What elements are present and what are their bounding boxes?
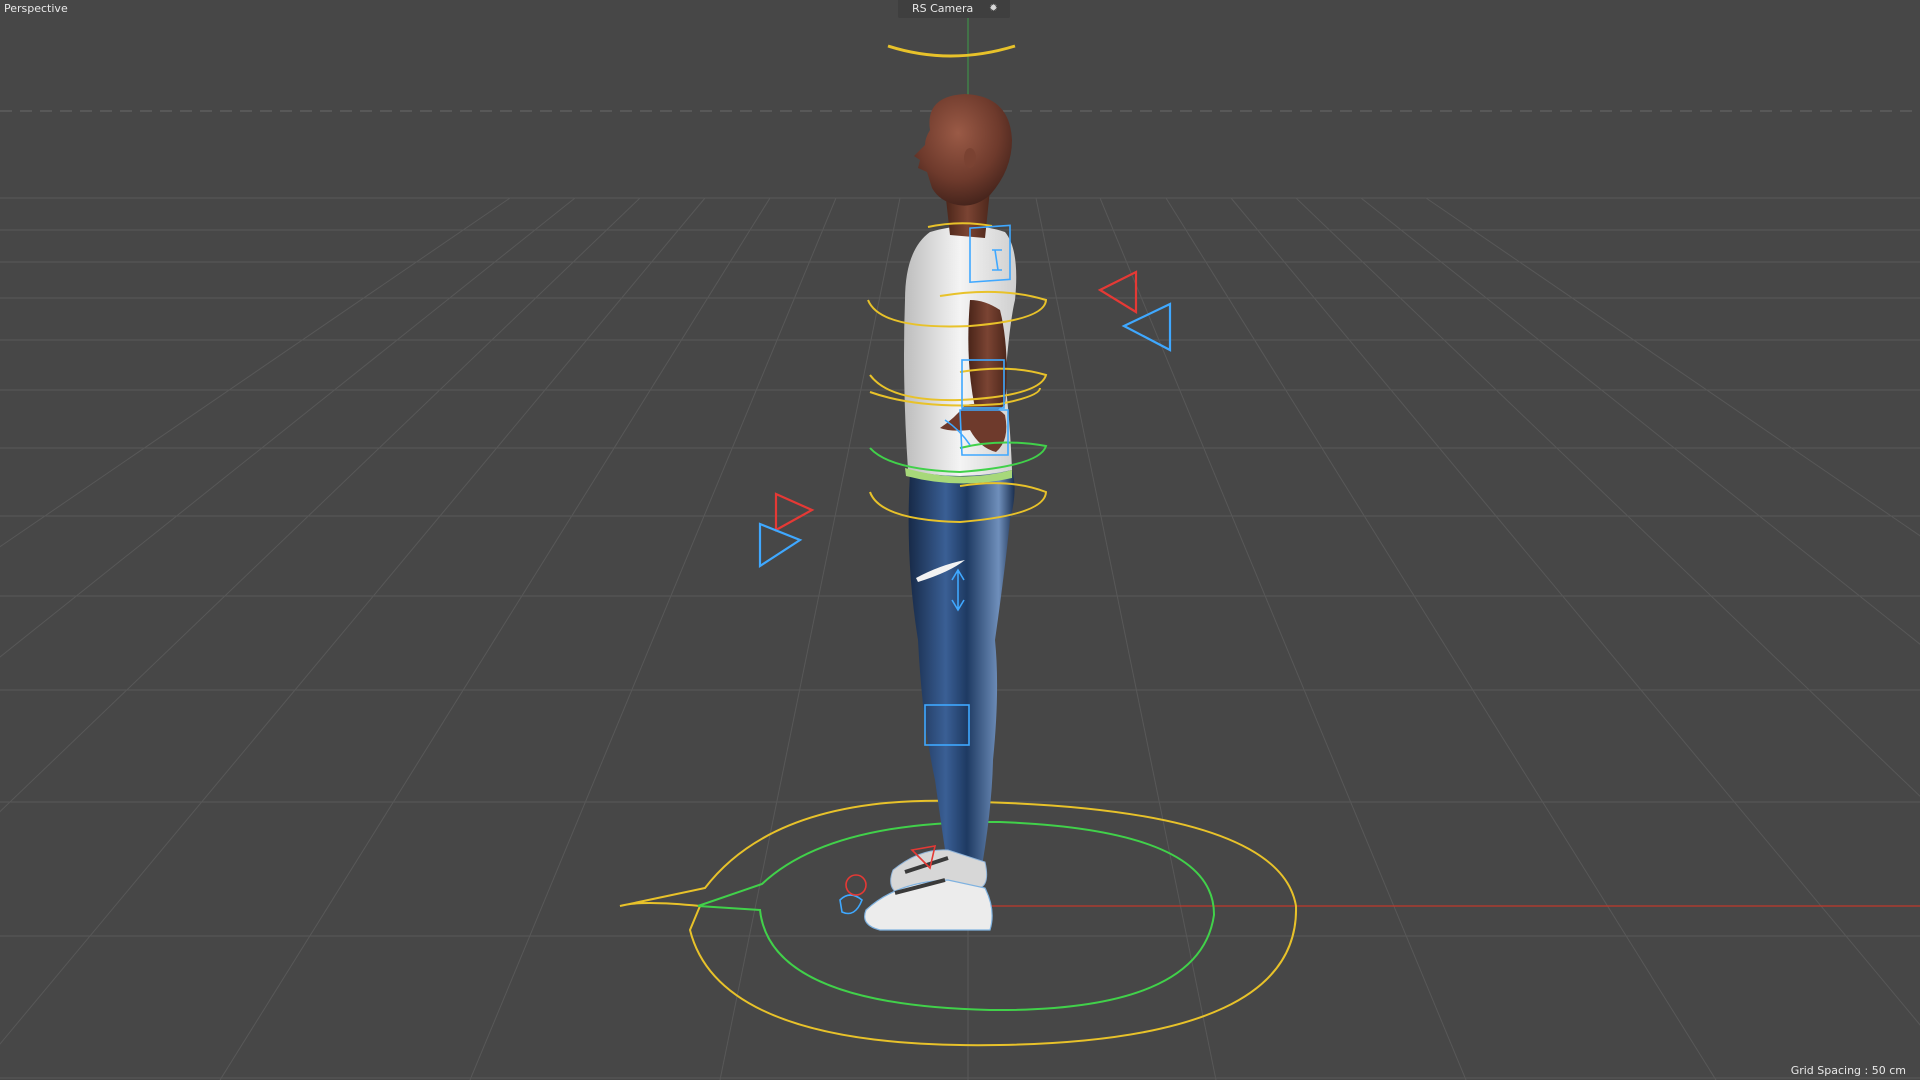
pole-vector-right [1097,270,1172,352]
ear [964,148,976,168]
camera-menu[interactable]: RS Camera ✹ [898,0,1010,18]
view-name-label[interactable]: Perspective [4,2,68,16]
3d-viewport[interactable]: Perspective RS Camera ✹ Grid Spacing : 5… [0,0,1920,1080]
shoe-front [864,879,993,931]
viewport-scene[interactable] [0,0,1920,1080]
camera-name-label[interactable]: RS Camera [912,2,973,16]
grid-spacing-label: Grid Spacing : 50 cm [1790,1064,1906,1077]
camera-settings-icon[interactable]: ✹ [989,4,997,14]
legs-pants [908,470,1015,878]
pole-vector-left [758,492,815,569]
head-controller-arc [887,44,1016,58]
